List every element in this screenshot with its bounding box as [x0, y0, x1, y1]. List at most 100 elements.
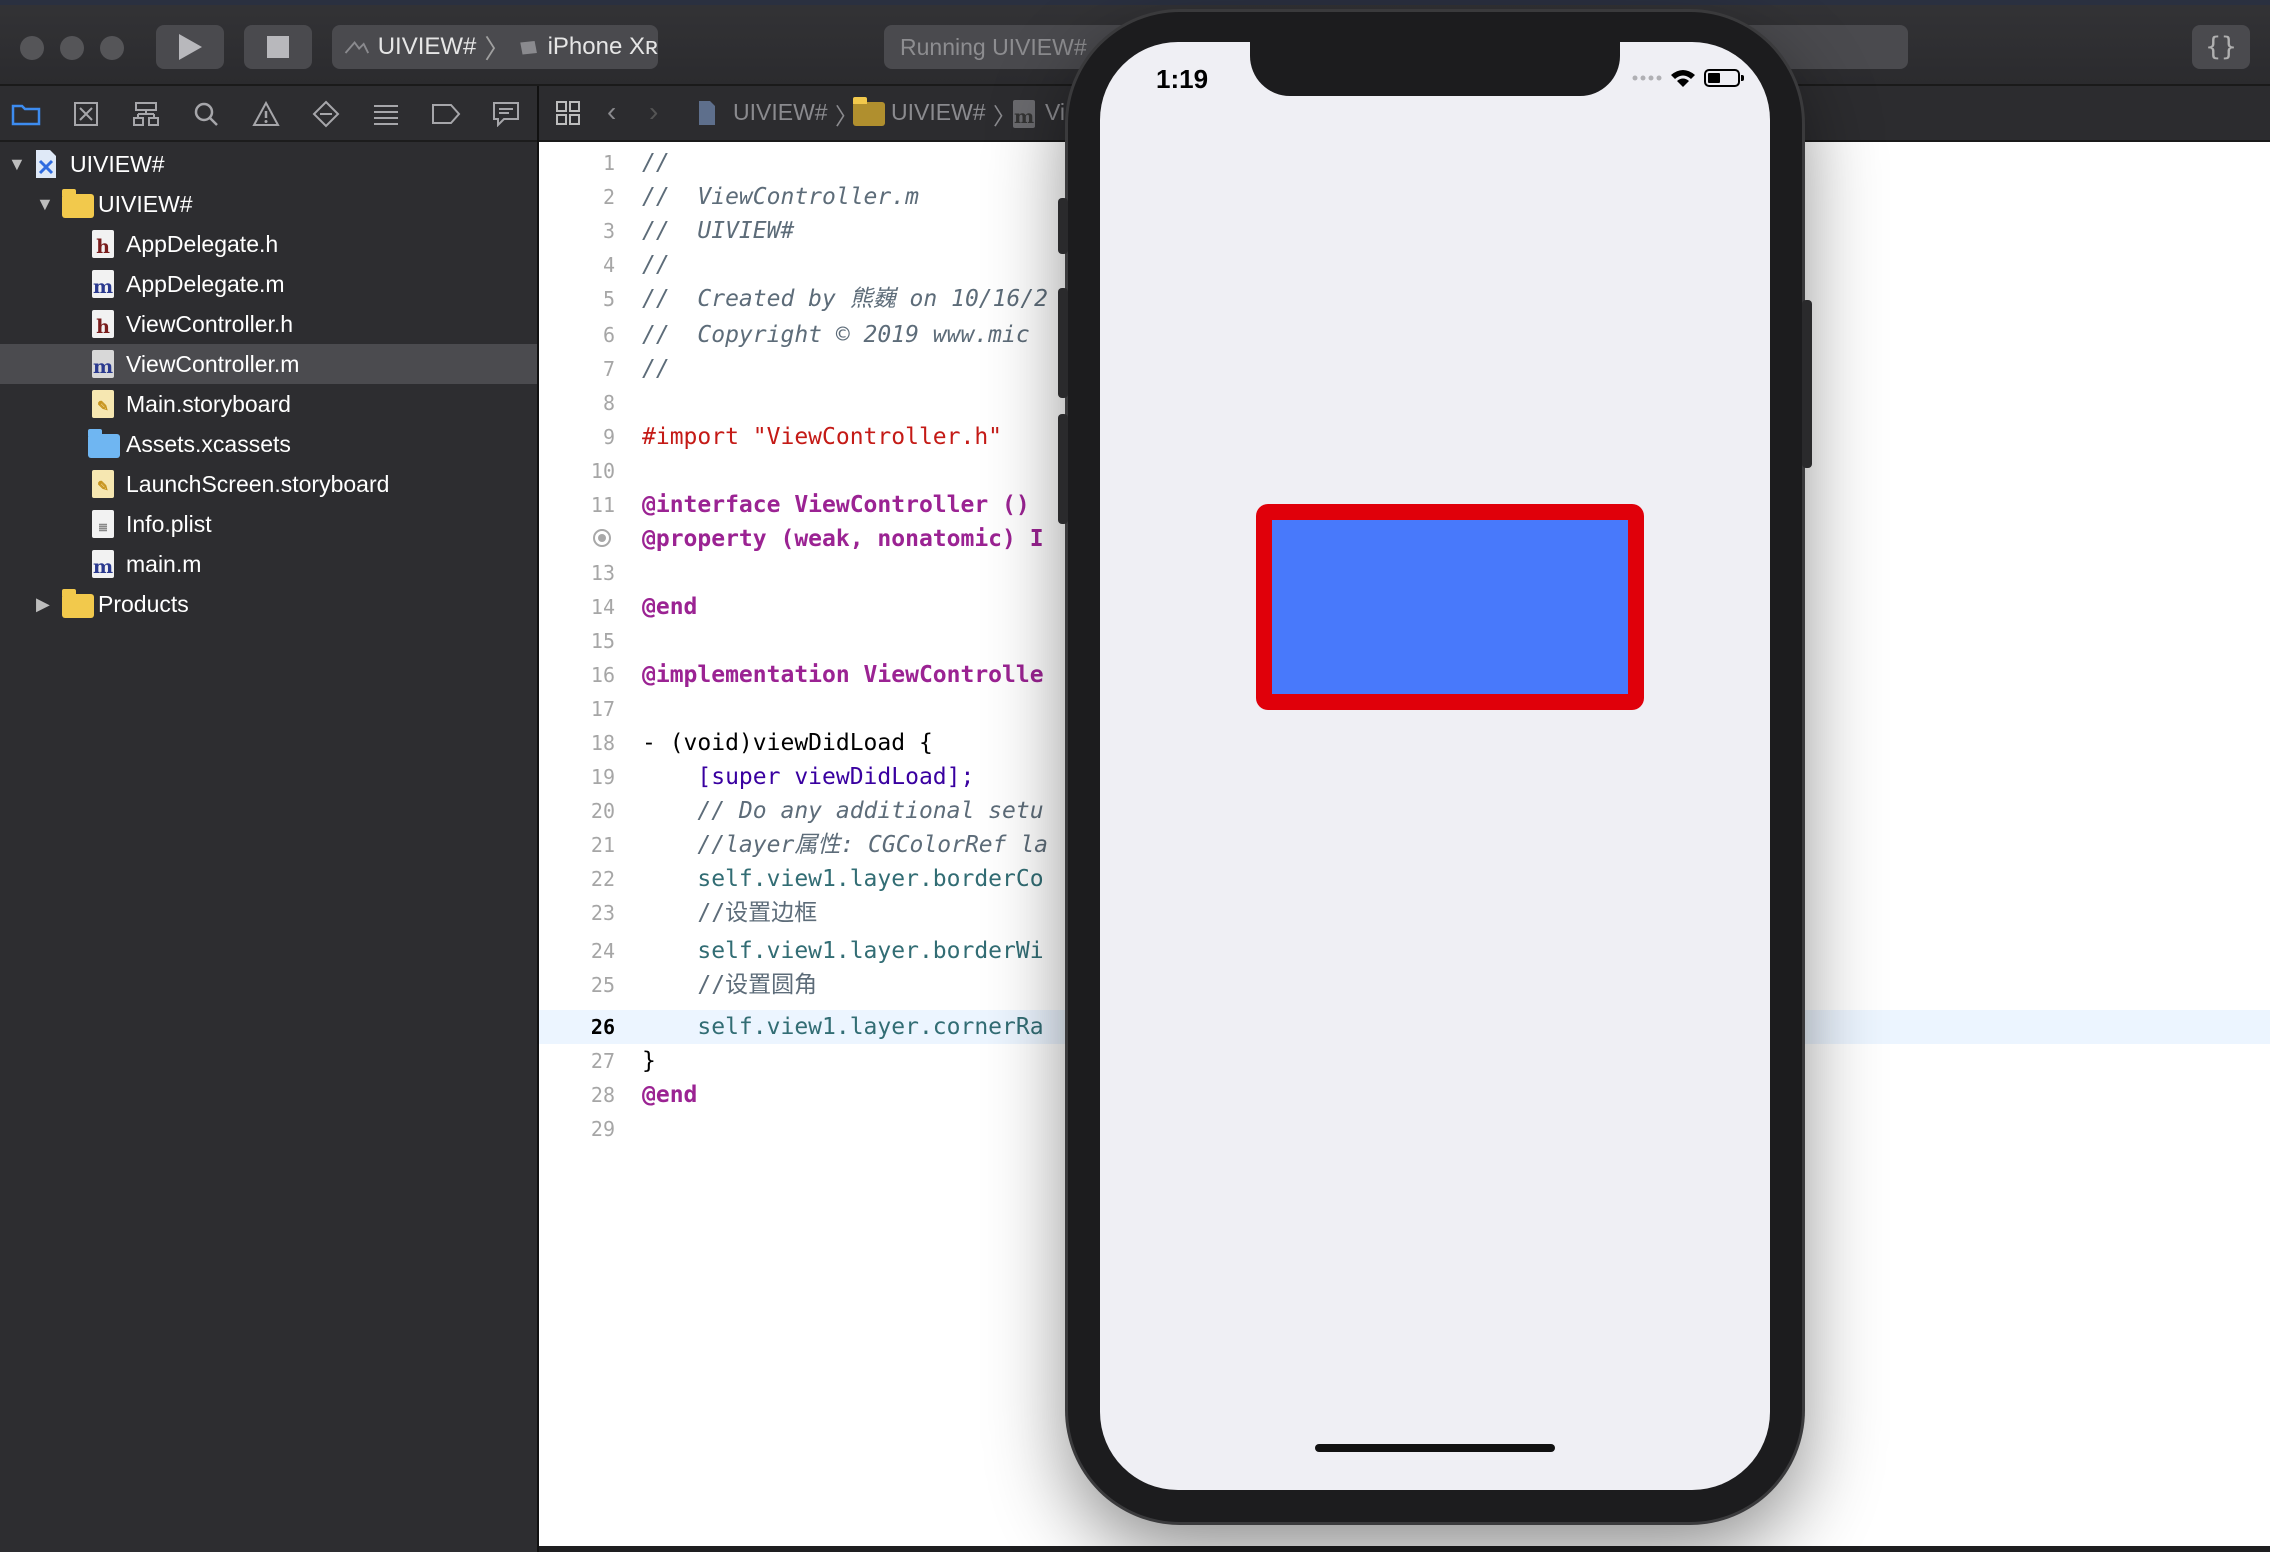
report-navigator-tab[interactable]: [488, 96, 524, 132]
line-number: 16: [590, 663, 615, 687]
code-text: // Created by 熊巍 on 10/16/2: [642, 286, 1049, 312]
disclosure-expanded-icon[interactable]: ▼: [8, 154, 26, 175]
code-text: self.view1.layer.borderCo: [642, 866, 1044, 892]
source-control-navigator-tab[interactable]: [68, 96, 104, 132]
tree-item-label: UIVIEW#: [98, 190, 193, 217]
app-target-icon: [344, 40, 370, 54]
folder-icon: [62, 589, 94, 618]
header-file-icon: h: [92, 230, 114, 258]
breakpoint-navigator-tab[interactable]: [428, 96, 464, 132]
line-number: 24: [590, 939, 615, 963]
tree-item-label: UIVIEW#: [70, 150, 165, 177]
warning-icon: [252, 101, 280, 126]
folder-icon: [11, 104, 41, 126]
zoom-window-button[interactable]: [100, 36, 124, 60]
scheme-project-label: UIVIEW#: [377, 33, 477, 60]
disclosure-collapsed-icon[interactable]: ▶: [36, 594, 50, 615]
tree-item-main-m[interactable]: m main.m: [0, 544, 537, 584]
code-text: @end: [642, 1082, 698, 1108]
project-navigator-tab[interactable]: [8, 96, 44, 132]
line-number: 14: [590, 595, 615, 619]
stop-button[interactable]: [244, 25, 312, 69]
source-control-icon: [74, 102, 98, 126]
line-number: 2: [602, 185, 615, 209]
scheme-selector[interactable]: UIVIEW# 〉 iPhone Xʀ: [332, 25, 658, 69]
line-number: 11: [590, 493, 615, 517]
hierarchy-icon: [133, 102, 159, 126]
back-chevron-icon[interactable]: ‹: [607, 96, 616, 128]
test-navigator-tab[interactable]: [308, 96, 344, 132]
tree-item-label: ViewController.m: [126, 350, 300, 377]
tree-item-info-plist[interactable]: ≣ Info.plist: [0, 504, 537, 544]
jumpbar-crumb-group[interactable]: UIVIEW#: [891, 99, 986, 126]
outlet-connection-icon[interactable]: [593, 529, 611, 547]
scheme-device-label: iPhone Xʀ: [547, 33, 658, 60]
line-number: 20: [590, 799, 615, 823]
line-number: 9: [602, 425, 615, 449]
volume-down-button[interactable]: [1058, 414, 1068, 524]
debug-navigator-tab[interactable]: [368, 96, 404, 132]
search-icon: [194, 102, 218, 126]
line-number: 1: [602, 151, 615, 175]
line-number: 7: [602, 357, 615, 381]
forward-chevron-icon[interactable]: ›: [649, 96, 658, 128]
power-button[interactable]: [1802, 300, 1812, 468]
code-text: //设置圆角: [642, 972, 818, 998]
run-button[interactable]: [156, 25, 224, 69]
toolbar-top-strip: [0, 0, 2270, 5]
tree-item-label: Products: [98, 590, 189, 617]
line-number: 28: [590, 1083, 615, 1107]
code-text: //: [642, 252, 670, 278]
tree-item-viewcontroller-h[interactable]: h ViewController.h: [0, 304, 537, 344]
code-text: @property (weak, nonatomic) I: [642, 526, 1044, 552]
line-number: 25: [590, 973, 615, 997]
wifi-icon: [1671, 70, 1695, 87]
tree-item-products[interactable]: ▶ Products: [0, 584, 537, 624]
find-navigator-tab[interactable]: [188, 96, 224, 132]
issue-navigator-tab[interactable]: [248, 96, 284, 132]
jumpbar-crumb-file[interactable]: Vi: [1045, 99, 1065, 126]
line-number: 17: [590, 697, 615, 721]
code-text: //: [642, 150, 670, 176]
tree-item-label: Info.plist: [126, 510, 212, 537]
device-screen[interactable]: 1:19: [1100, 42, 1770, 1490]
symbol-navigator-tab[interactable]: [128, 96, 164, 132]
screen-notch: [1250, 42, 1620, 96]
tree-item-label: AppDelegate.h: [126, 230, 279, 257]
jumpbar-crumb-project[interactable]: UIVIEW#: [733, 99, 828, 126]
code-text: #import "ViewController.h": [642, 424, 1003, 450]
plist-file-icon: ≣: [92, 510, 114, 538]
tree-item-appdelegate-m[interactable]: m AppDelegate.m: [0, 264, 537, 304]
line-number: 18: [590, 731, 615, 755]
home-indicator[interactable]: [1315, 1444, 1555, 1452]
close-window-button[interactable]: [20, 36, 44, 60]
minimize-window-button[interactable]: [60, 36, 84, 60]
line-number: 19: [590, 765, 615, 789]
tree-item-project[interactable]: ▼ UIVIEW#: [0, 144, 537, 184]
test-diamond-icon: [312, 100, 340, 128]
navigator-tab-bar: [0, 86, 537, 142]
folder-icon: [62, 189, 94, 218]
volume-up-button[interactable]: [1058, 288, 1068, 398]
line-number: 10: [590, 459, 615, 483]
code-text: @implementation ViewControlle: [642, 662, 1044, 688]
code-text: // Do any additional setu: [642, 798, 1044, 824]
braces-icon: {}: [2205, 32, 2237, 62]
tree-item-viewcontroller-m[interactable]: m ViewController.m: [0, 344, 537, 384]
tree-item-launchscreen[interactable]: ✎ LaunchScreen.storyboard: [0, 464, 537, 504]
tree-item-appdelegate-h[interactable]: h AppDelegate.h: [0, 224, 537, 264]
mute-switch[interactable]: [1058, 198, 1068, 254]
code-text: }: [642, 1048, 656, 1074]
tree-item-assets[interactable]: Assets.xcassets: [0, 424, 537, 464]
objc-file-icon: m: [92, 350, 114, 378]
view1-bordered-rect: [1256, 504, 1644, 710]
tree-item-group-uiview[interactable]: ▼ UIVIEW#: [0, 184, 537, 224]
code-text: [super viewDidLoad];: [642, 764, 975, 790]
battery-icon: [1704, 69, 1744, 87]
tree-item-main-storyboard[interactable]: ✎ Main.storyboard: [0, 384, 537, 424]
related-items-grid-icon[interactable]: [555, 100, 581, 126]
tree-item-label: AppDelegate.m: [126, 270, 285, 297]
library-button[interactable]: {}: [2192, 25, 2250, 69]
disclosure-expanded-icon[interactable]: ▼: [36, 194, 54, 215]
code-text: @interface ViewController (): [642, 492, 1030, 518]
